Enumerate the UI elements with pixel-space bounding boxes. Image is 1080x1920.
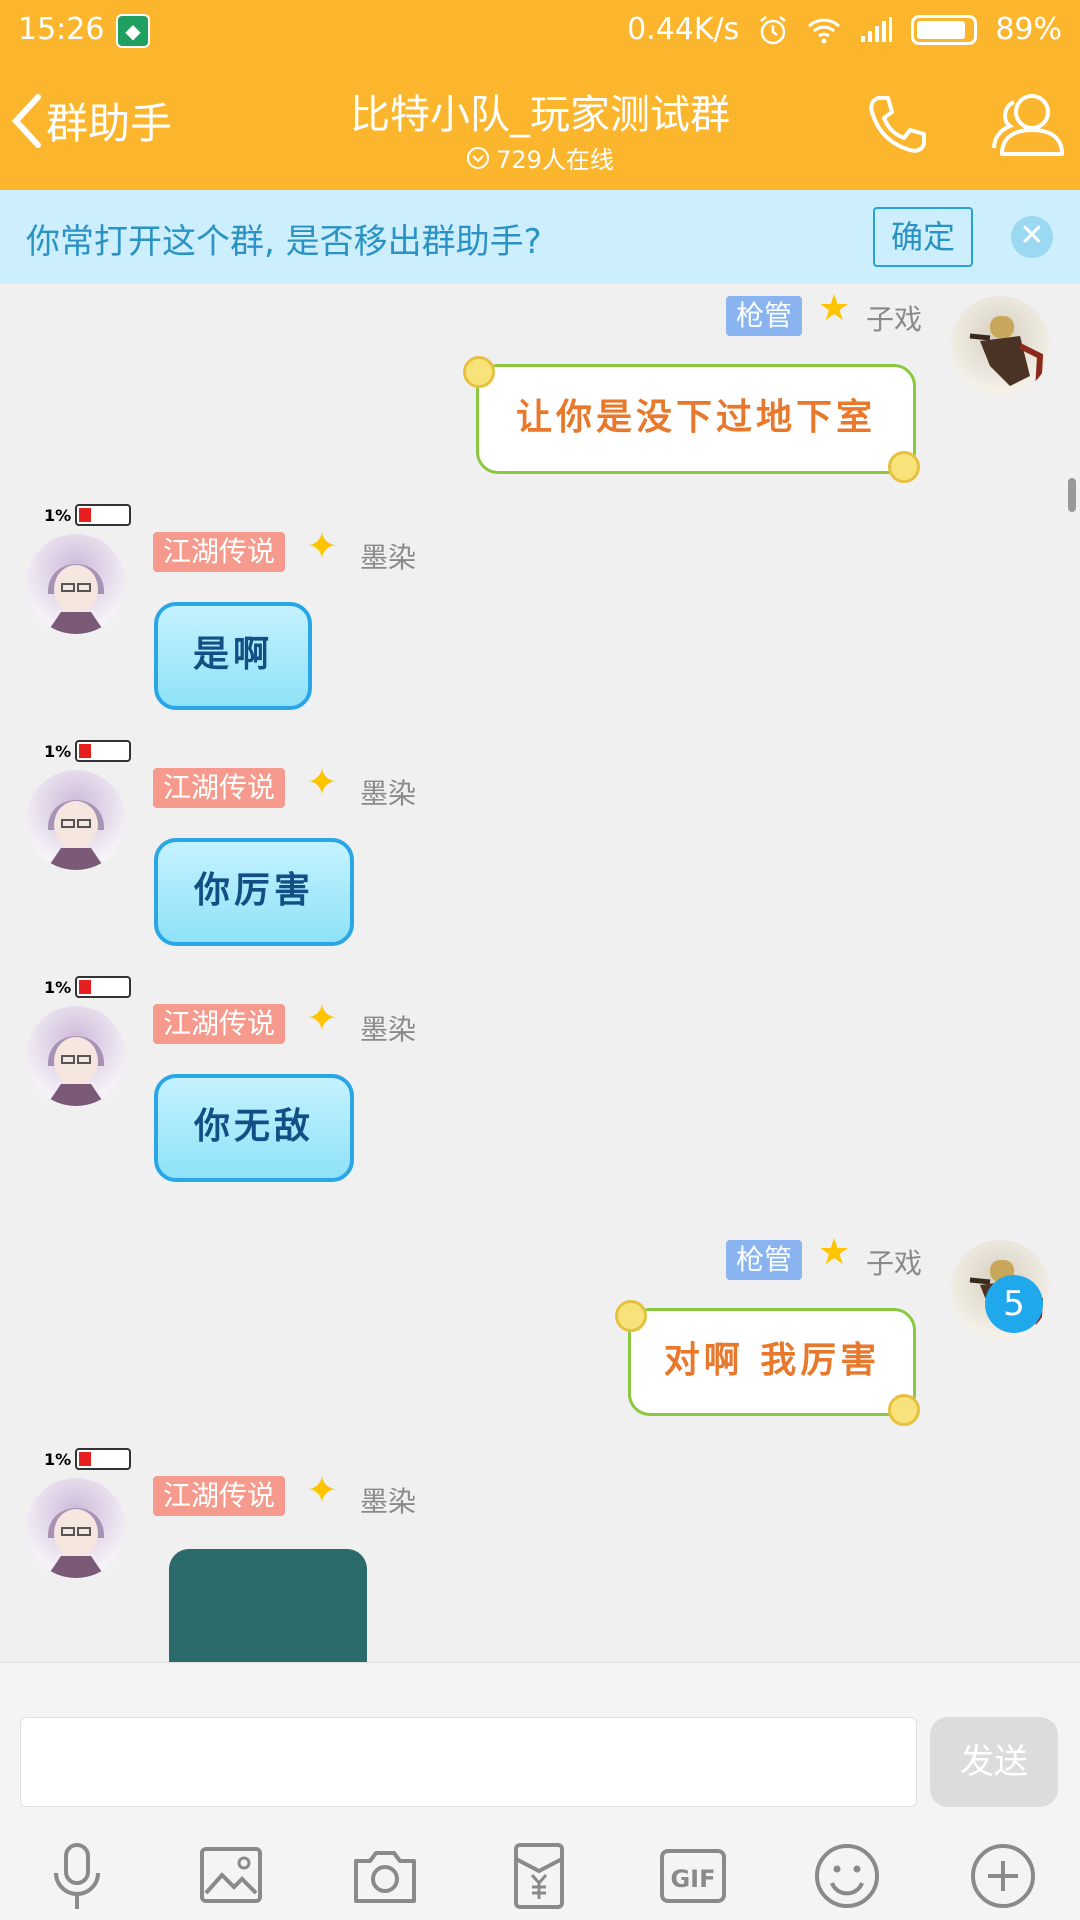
image-icon[interactable]: [196, 1841, 266, 1911]
low-battery-indicator: 1%: [44, 976, 132, 998]
flower-icon: [615, 1300, 647, 1332]
scrollbar[interactable]: [1068, 478, 1076, 512]
plus-icon[interactable]: [968, 1841, 1038, 1911]
sender-name[interactable]: 子戏: [866, 298, 922, 338]
chevron-down-circle-icon: [467, 146, 490, 169]
message-bubble[interactable]: 对啊 我厉害: [628, 1308, 916, 1416]
flower-icon: [888, 1394, 920, 1426]
avatar[interactable]: [26, 1006, 126, 1106]
member-tag: 江湖传说: [153, 1476, 286, 1516]
status-right: 0.44K/s 89%: [627, 12, 1062, 47]
message-text: 你厉害: [193, 869, 314, 911]
banner-text: 你常打开这个群, 是否移出群助手?: [26, 222, 542, 262]
svg-text:GIF: GIF: [670, 1865, 715, 1893]
close-banner-icon[interactable]: ✕: [1011, 216, 1053, 258]
diamond-icon: ✦: [306, 524, 338, 568]
unread-badge[interactable]: 5: [985, 1275, 1043, 1333]
sender-name[interactable]: 墨染: [360, 536, 416, 576]
message-bubble[interactable]: 你无敌: [154, 1074, 354, 1182]
message-text: 对啊 我厉害: [663, 1339, 881, 1381]
image-message[interactable]: [169, 1549, 367, 1662]
message-bubble[interactable]: 让你是没下过地下室: [476, 364, 916, 474]
signal-icon: [861, 16, 893, 42]
send-button[interactable]: 发送: [930, 1717, 1058, 1807]
chat-area[interactable]: 枪管 ★ 子戏 让你是没下过地下室 1% 江湖传说 ✦ 墨染 是啊 1% 江湖传…: [0, 284, 1080, 1662]
toolbar: GIF: [0, 1841, 1080, 1920]
battery-icon: [911, 14, 978, 45]
low-battery-indicator: 1%: [44, 740, 132, 762]
online-count-label: 729人在线: [496, 146, 614, 174]
member-tag: 枪管: [726, 1240, 803, 1280]
diamond-icon: ✦: [306, 996, 338, 1040]
star-icon: ★: [818, 1232, 851, 1273]
camera-icon[interactable]: [350, 1841, 420, 1911]
title-bar: 群助手 比特小队_玩家测试群 729人在线: [0, 62, 1080, 190]
diamond-icon: ✦: [306, 760, 338, 804]
sender-name[interactable]: 墨染: [360, 1480, 416, 1520]
shield-icon: ◆: [116, 14, 150, 48]
diamond-icon: ✦: [306, 1468, 338, 1512]
avatar[interactable]: [26, 770, 126, 870]
star-icon: ★: [818, 288, 851, 329]
red-packet-icon[interactable]: [504, 1841, 574, 1911]
sender-name[interactable]: 墨染: [360, 772, 416, 812]
confirm-button[interactable]: 确定: [873, 207, 973, 267]
sender-name[interactable]: 子戏: [866, 1242, 922, 1282]
net-speed: 0.44K/s: [627, 12, 740, 47]
flower-icon: [463, 356, 495, 388]
battery-label: 1%: [44, 977, 72, 997]
battery-label: 1%: [44, 741, 72, 761]
mic-icon[interactable]: [42, 1841, 112, 1911]
status-time: 15:26: [18, 12, 105, 47]
flower-icon: [888, 451, 920, 483]
message-input[interactable]: [20, 1717, 917, 1807]
emoji-icon[interactable]: [812, 1841, 882, 1911]
avatar[interactable]: [950, 296, 1050, 396]
wifi-icon: [808, 18, 841, 43]
battery-label: 1%: [44, 1449, 72, 1469]
avatar[interactable]: [26, 1478, 126, 1578]
status-bar: 15:26 ◆ 0.44K/s 89%: [0, 0, 1080, 62]
alarm-icon: [760, 15, 787, 44]
move-out-banner: 你常打开这个群, 是否移出群助手? 确定 ✕: [0, 190, 1080, 284]
avatar[interactable]: [26, 534, 126, 634]
message-bubble[interactable]: 你厉害: [154, 838, 354, 946]
message-text: 你无敌: [193, 1105, 314, 1147]
member-tag: 枪管: [726, 296, 803, 336]
low-battery-indicator: 1%: [44, 1448, 132, 1470]
member-tag: 江湖传说: [153, 768, 286, 808]
member-tag: 江湖传说: [153, 1004, 286, 1044]
sender-name[interactable]: 墨染: [360, 1008, 416, 1048]
group-members-icon[interactable]: [992, 90, 1066, 158]
battery-percent: 89%: [995, 12, 1062, 47]
low-battery-indicator: 1%: [44, 504, 132, 526]
phone-icon[interactable]: [864, 92, 930, 158]
message-bubble[interactable]: 是啊: [154, 602, 312, 710]
input-bar: 发送 GIF: [0, 1662, 1080, 1920]
message-text: 是啊: [192, 633, 273, 675]
battery-label: 1%: [44, 505, 72, 525]
member-tag: 江湖传说: [153, 532, 286, 572]
message-text: 让你是没下过地下室: [515, 396, 876, 438]
gif-icon[interactable]: GIF: [658, 1841, 728, 1911]
